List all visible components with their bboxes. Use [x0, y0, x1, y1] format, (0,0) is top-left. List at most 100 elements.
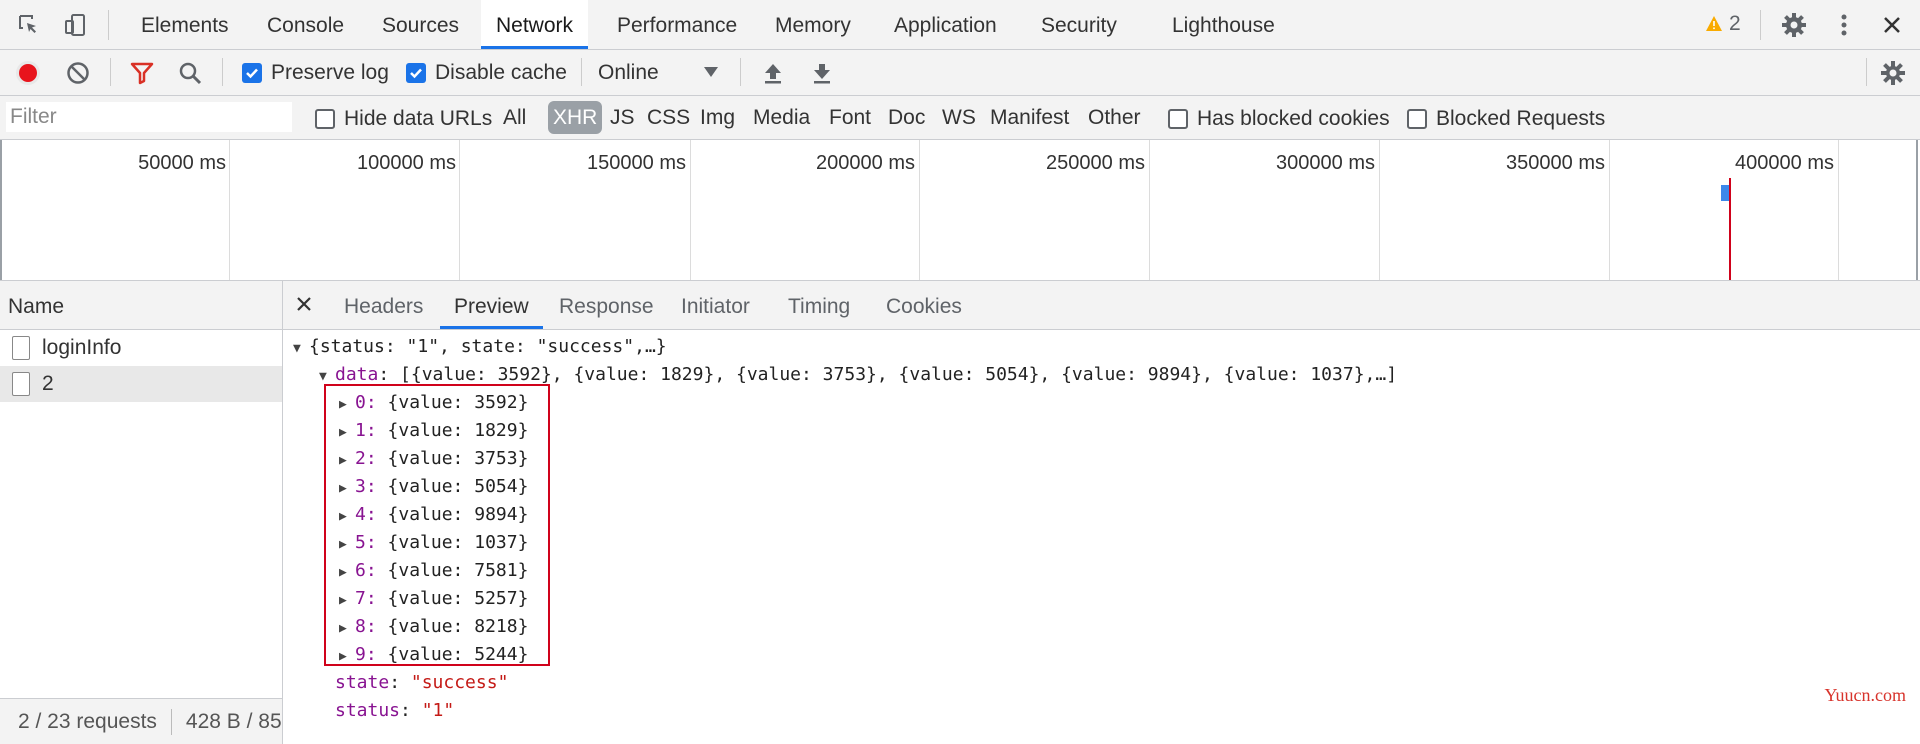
request-list-panel: Name loginInfo 2 2 / 23 requests 428 B /… [0, 281, 283, 744]
json-state-field: state: "success" [335, 672, 509, 693]
timeline-tick-label: 300000 ms [1276, 152, 1375, 174]
document-file-icon [12, 372, 30, 396]
filter-bar: Filter Hide data URLs All XHR JS CSS Img… [0, 96, 1920, 140]
detail-tab-bar: Headers Preview Response Initiator Timin… [283, 281, 1920, 330]
tab-cookies[interactable]: Cookies [872, 281, 976, 329]
tab-headers[interactable]: Headers [330, 281, 437, 329]
filter-type-other[interactable]: Other [1083, 101, 1146, 134]
export-har-icon[interactable] [808, 59, 836, 87]
json-key: data [335, 364, 379, 385]
filter-type-font[interactable]: Font [824, 101, 876, 134]
filter-type-manifest[interactable]: Manifest [985, 101, 1074, 134]
unchecked-checkbox-icon [1407, 109, 1427, 129]
tab-security[interactable]: Security [1026, 0, 1132, 49]
filter-type-media[interactable]: Media [748, 101, 815, 134]
json-string-value: "success" [410, 672, 509, 693]
close-devtools-icon[interactable] [1879, 12, 1905, 38]
request-row[interactable]: loginInfo [0, 330, 282, 366]
timeline-tick-label: 250000 ms [1046, 152, 1145, 174]
more-options-icon[interactable] [1831, 12, 1857, 38]
tab-sources[interactable]: Sources [367, 0, 474, 49]
json-status-field: status: "1" [335, 700, 455, 721]
network-status-bar: 2 / 23 requests 428 B / 85 [0, 698, 282, 744]
warnings-indicator[interactable]: 2 [1705, 12, 1741, 36]
unchecked-checkbox-icon [1168, 109, 1188, 129]
tab-initiator[interactable]: Initiator [667, 281, 764, 329]
disable-cache-checkbox[interactable]: Disable cache [406, 61, 567, 85]
tab-console[interactable]: Console [252, 0, 359, 49]
timeline-tick-label: 350000 ms [1506, 152, 1605, 174]
network-toolbar: Preserve log Disable cache Online [0, 50, 1920, 96]
clear-icon[interactable] [64, 59, 92, 87]
devtools-tab-bar: Elements Console Sources Network Perform… [0, 0, 1920, 50]
warning-icon [1706, 16, 1722, 31]
filter-type-js[interactable]: JS [605, 101, 640, 134]
tab-memory[interactable]: Memory [760, 0, 866, 49]
timeline-tick-label: 100000 ms [357, 152, 456, 174]
filter-type-ws[interactable]: WS [937, 101, 981, 134]
dropdown-arrow-icon [704, 67, 718, 77]
throttling-select[interactable]: Online [598, 61, 718, 85]
disable-cache-label: Disable cache [435, 61, 567, 84]
filter-type-xhr[interactable]: XHR [548, 101, 603, 134]
timeline-tick-label: 50000 ms [138, 152, 226, 174]
hide-data-urls-label: Hide data URLs [344, 107, 493, 130]
json-key: state [335, 672, 390, 693]
request-row-selected[interactable]: 2 [0, 366, 282, 402]
tab-preview[interactable]: Preview [440, 281, 543, 329]
transfer-size: 428 B / 85 [185, 709, 282, 733]
preserve-log-checkbox[interactable]: Preserve log [242, 61, 389, 85]
tab-elements[interactable]: Elements [126, 0, 244, 49]
filter-type-doc[interactable]: Doc [883, 101, 930, 134]
tab-response[interactable]: Response [545, 281, 668, 329]
tab-network[interactable]: Network [481, 0, 589, 49]
inspect-element-icon[interactable] [16, 12, 42, 38]
close-detail-icon[interactable] [295, 295, 313, 318]
request-name: loginInfo [42, 336, 122, 359]
blocked-requests-checkbox[interactable]: Blocked Requests [1407, 107, 1605, 131]
hide-data-urls-checkbox[interactable]: Hide data URLs [315, 107, 492, 131]
document-file-icon [12, 336, 30, 360]
filter-input[interactable]: Filter [6, 102, 292, 132]
device-toolbar-icon[interactable] [62, 12, 88, 38]
network-settings-gear-icon[interactable] [1879, 59, 1907, 87]
filter-type-css[interactable]: CSS [642, 101, 695, 134]
json-root-summary: {status: "1", state: "success",…} [309, 336, 667, 357]
json-data-summary: [{value: 3592}, {value: 1829}, {value: 3… [400, 364, 1398, 385]
json-key: status [335, 700, 401, 721]
request-detail-panel: Headers Preview Response Initiator Timin… [283, 281, 1920, 744]
timeline-overview[interactable]: 50000 ms 100000 ms 150000 ms 200000 ms 2… [0, 140, 1920, 281]
import-har-icon[interactable] [759, 59, 787, 87]
current-time-marker [1729, 178, 1731, 280]
checked-checkbox-icon [406, 63, 426, 83]
record-button-icon[interactable] [14, 59, 42, 87]
name-column-header[interactable]: Name [0, 281, 282, 330]
settings-gear-icon[interactable] [1781, 12, 1807, 38]
tab-lighthouse[interactable]: Lighthouse [1157, 0, 1290, 49]
timeline-tick-label: 200000 ms [816, 152, 915, 174]
has-blocked-cookies-label: Has blocked cookies [1197, 107, 1390, 130]
json-string-value: "1" [421, 700, 455, 721]
preserve-log-label: Preserve log [271, 61, 389, 84]
request-count: 2 / 23 requests [18, 709, 157, 733]
throttling-value: Online [598, 61, 659, 84]
search-icon[interactable] [176, 59, 204, 87]
has-blocked-cookies-checkbox[interactable]: Has blocked cookies [1168, 107, 1390, 131]
json-root-node[interactable]: ▼ {status: "1", state: "success",…} [293, 333, 667, 361]
timeline-tick-label: 150000 ms [587, 152, 686, 174]
checked-checkbox-icon [242, 63, 262, 83]
timeline-tick-label: 400000 ms [1735, 152, 1834, 174]
filter-type-all[interactable]: All [498, 101, 531, 134]
expanded-triangle-icon: ▼ [293, 341, 301, 356]
tab-performance[interactable]: Performance [602, 0, 752, 49]
unchecked-checkbox-icon [315, 109, 335, 129]
tab-timing[interactable]: Timing [774, 281, 864, 329]
blocked-requests-label: Blocked Requests [1436, 107, 1606, 130]
request-name: 2 [42, 372, 54, 395]
filter-funnel-icon[interactable] [128, 59, 156, 87]
filter-type-img[interactable]: Img [695, 101, 740, 134]
tab-application[interactable]: Application [879, 0, 1012, 49]
highlight-annotation-box [324, 384, 550, 666]
warnings-count: 2 [1729, 12, 1741, 35]
watermark: Yuucn.com [1824, 685, 1906, 705]
